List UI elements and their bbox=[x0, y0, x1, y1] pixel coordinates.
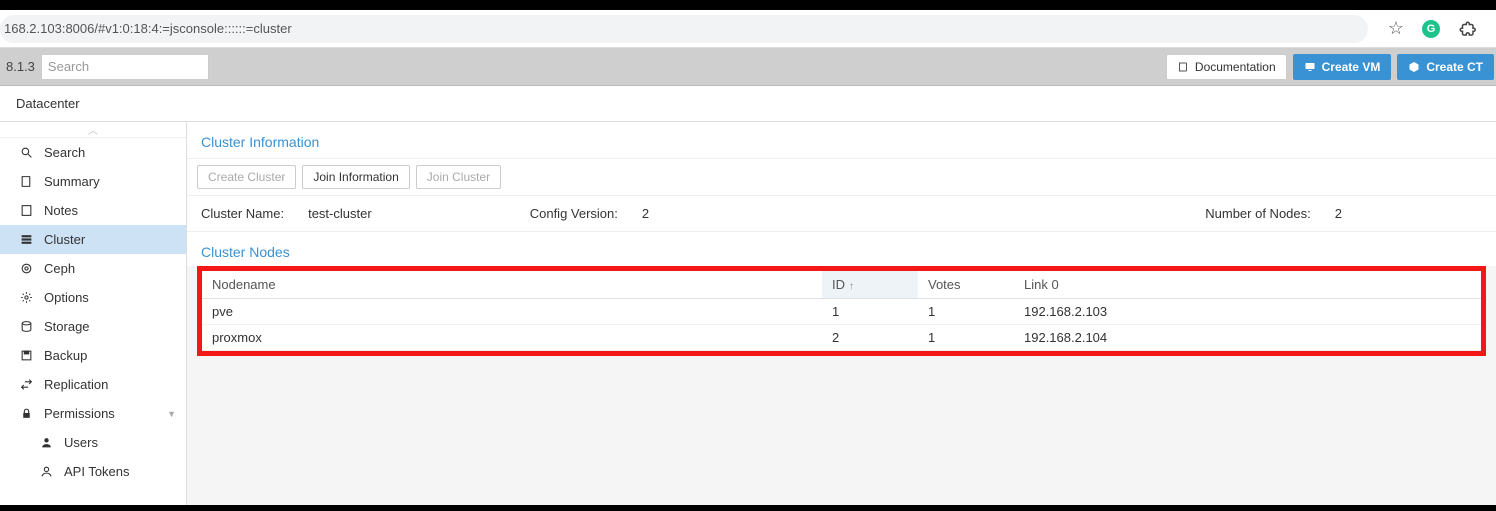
sidebar-item-summary[interactable]: Summary bbox=[0, 167, 186, 196]
sidebar-label: Replication bbox=[44, 377, 108, 392]
create-cluster-button: Create Cluster bbox=[197, 165, 296, 189]
key-icon bbox=[40, 465, 54, 478]
cube-icon bbox=[1408, 61, 1420, 73]
cell-votes: 1 bbox=[918, 325, 1014, 351]
sidebar-item-storage[interactable]: Storage bbox=[0, 312, 186, 341]
sidebar: ︿ Search Summary Notes Cluster Ceph Opti… bbox=[0, 122, 187, 505]
create-ct-label: Create CT bbox=[1426, 60, 1483, 74]
cell-votes: 1 bbox=[918, 299, 1014, 325]
join-information-button[interactable]: Join Information bbox=[302, 165, 409, 189]
join-cluster-button: Join Cluster bbox=[416, 165, 501, 189]
bookmark-star-icon[interactable]: ☆ bbox=[1388, 18, 1404, 39]
search-input[interactable]: Search bbox=[41, 54, 209, 80]
sidebar-label: Permissions bbox=[44, 406, 115, 421]
search-placeholder: Search bbox=[48, 59, 89, 74]
sidebar-label: Cluster bbox=[44, 232, 85, 247]
grammarly-icon[interactable]: G bbox=[1422, 20, 1440, 38]
extensions-icon[interactable] bbox=[1458, 20, 1476, 38]
cell-link0: 192.168.2.103 bbox=[1014, 299, 1481, 325]
book-icon bbox=[1177, 61, 1189, 73]
sidebar-label: Storage bbox=[44, 319, 90, 334]
config-version-label: Config Version: bbox=[530, 206, 618, 221]
nodes-count-label: Number of Nodes: bbox=[1205, 206, 1311, 221]
ceph-icon bbox=[20, 262, 34, 275]
table-row[interactable]: pve 1 1 192.168.2.103 bbox=[202, 299, 1481, 325]
documentation-label: Documentation bbox=[1195, 60, 1276, 74]
sidebar-item-backup[interactable]: Backup bbox=[0, 341, 186, 370]
chevron-down-icon: ▼ bbox=[167, 409, 176, 419]
sidebar-item-users[interactable]: Users bbox=[0, 428, 186, 457]
cluster-nodes-table: Nodename ID↑ Votes Link 0 pve 1 1 192.16… bbox=[202, 271, 1481, 351]
cluster-nodes-table-highlight: Nodename ID↑ Votes Link 0 pve 1 1 192.16… bbox=[197, 266, 1486, 356]
documentation-button[interactable]: Documentation bbox=[1166, 54, 1287, 80]
sidebar-item-cluster[interactable]: Cluster bbox=[0, 225, 186, 254]
cell-nodename: pve bbox=[202, 299, 822, 325]
gear-icon bbox=[20, 291, 34, 304]
sidebar-label: Backup bbox=[44, 348, 87, 363]
chevron-up-icon: ︿ bbox=[88, 122, 98, 137]
breadcrumb: Datacenter bbox=[0, 86, 1496, 122]
sidebar-label: Notes bbox=[44, 203, 78, 218]
sidebar-label: Summary bbox=[44, 174, 100, 189]
monitor-icon bbox=[1304, 61, 1316, 73]
sidebar-item-options[interactable]: Options bbox=[0, 283, 186, 312]
cluster-name-label: Cluster Name: bbox=[201, 206, 284, 221]
user-icon bbox=[40, 436, 54, 449]
sidebar-item-api-tokens[interactable]: API Tokens bbox=[0, 457, 186, 486]
sidebar-label: Ceph bbox=[44, 261, 75, 276]
sidebar-collapse[interactable]: ︿ bbox=[0, 122, 186, 138]
replication-icon bbox=[20, 378, 34, 391]
url-text: 168.2.103:8006/#v1:0:18:4:=jsconsole::::… bbox=[4, 21, 292, 36]
nodes-count-value: 2 bbox=[1335, 206, 1342, 221]
cell-id: 2 bbox=[822, 325, 918, 351]
breadcrumb-text: Datacenter bbox=[16, 96, 80, 111]
config-version-value: 2 bbox=[642, 206, 649, 221]
sidebar-item-search[interactable]: Search bbox=[0, 138, 186, 167]
sidebar-item-notes[interactable]: Notes bbox=[0, 196, 186, 225]
col-id[interactable]: ID↑ bbox=[822, 271, 918, 299]
notes-icon bbox=[20, 204, 34, 217]
sidebar-label: API Tokens bbox=[64, 464, 130, 479]
col-link0[interactable]: Link 0 bbox=[1014, 271, 1481, 299]
book-icon bbox=[20, 175, 34, 188]
address-bar[interactable]: 168.2.103:8006/#v1:0:18:4:=jsconsole::::… bbox=[0, 15, 1368, 43]
save-icon bbox=[20, 349, 34, 362]
sidebar-label: Options bbox=[44, 290, 89, 305]
col-nodename[interactable]: Nodename bbox=[202, 271, 822, 299]
cluster-nodes-title: Cluster Nodes bbox=[187, 232, 1496, 266]
sidebar-item-replication[interactable]: Replication bbox=[0, 370, 186, 399]
version-label: 8.1.3 bbox=[0, 59, 41, 74]
table-row[interactable]: proxmox 2 1 192.168.2.104 bbox=[202, 325, 1481, 351]
cluster-icon bbox=[20, 233, 34, 246]
search-icon bbox=[20, 146, 34, 159]
lock-icon bbox=[20, 407, 34, 420]
create-ct-button[interactable]: Create CT bbox=[1397, 54, 1494, 80]
create-vm-button[interactable]: Create VM bbox=[1293, 54, 1392, 80]
sort-asc-icon: ↑ bbox=[849, 281, 854, 292]
sidebar-item-permissions[interactable]: Permissions ▼ bbox=[0, 399, 186, 428]
sidebar-item-ceph[interactable]: Ceph bbox=[0, 254, 186, 283]
sidebar-label: Search bbox=[44, 145, 85, 160]
create-vm-label: Create VM bbox=[1322, 60, 1381, 74]
sidebar-label: Users bbox=[64, 435, 98, 450]
cell-id: 1 bbox=[822, 299, 918, 325]
col-votes[interactable]: Votes bbox=[918, 271, 1014, 299]
cluster-name-value: test-cluster bbox=[308, 206, 372, 221]
cluster-info-title: Cluster Information bbox=[187, 122, 1496, 159]
cell-link0: 192.168.2.104 bbox=[1014, 325, 1481, 351]
cell-nodename: proxmox bbox=[202, 325, 822, 351]
storage-icon bbox=[20, 320, 34, 333]
